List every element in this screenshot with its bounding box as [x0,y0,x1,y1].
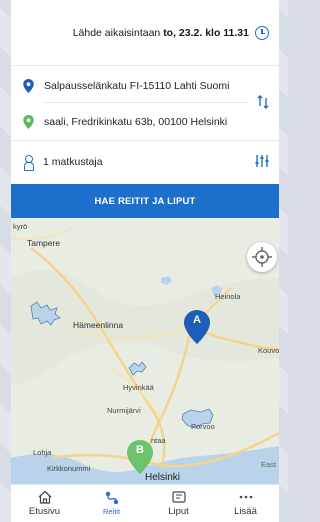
field-divider [43,102,247,103]
map-label-heinola: Heinola [215,292,241,301]
map-label-vantaa: ntaa [151,436,166,445]
ticket-icon [171,491,186,503]
map-label-tampere: Tampere [27,238,61,248]
map-label-hameenlinna: Hämeenlinna [73,320,124,330]
map-label-hyvinkaa: Hyvinkää [123,383,154,392]
travelers-selector[interactable]: 1 matkustaja [11,140,279,184]
locate-me-button[interactable] [247,242,277,272]
map-label-kouvola: Kouvo [258,346,279,355]
tab-routes[interactable]: Reitit [78,485,145,522]
destination-text: saali, Fredrikinkatu 63b, 00100 Helsinki [44,116,228,128]
origin-pin-icon [23,79,34,93]
route-icon [105,491,118,505]
more-icon [239,495,252,499]
tab-more[interactable]: Lisää [212,485,279,522]
tab-home[interactable]: Etusivu [11,485,78,522]
map-label-porvoo: Porvoo [191,422,215,431]
route-inputs: Salpausselänkatu FI-15110 Lahti Suomi sa… [11,66,279,140]
destination-field[interactable]: saali, Fredrikinkatu 63b, 00100 Helsinki [23,110,247,134]
marker-b-label: B [136,444,144,456]
home-icon [38,490,51,504]
map-label-nurmijarvi: Nurmijärvi [107,406,141,415]
tab-home-label: Etusivu [28,506,61,517]
bottom-tab-bar: Etusivu Reitit Liput Lisää [11,484,279,522]
origin-text: Salpausselänkatu FI-15110 Lahti Suomi [44,80,230,92]
map-label-lohja: Lohja [33,448,52,457]
marker-b[interactable]: B [127,440,153,474]
destination-pin-icon [23,115,34,129]
origin-field[interactable]: Salpausselänkatu FI-15110 Lahti Suomi [23,74,247,98]
search-routes-button[interactable]: HAE REITIT JA LIPUT [11,184,279,218]
clock-icon [255,25,269,40]
filter-icon[interactable] [255,154,269,168]
map-label-east: East [261,460,277,469]
departure-time-selector[interactable]: Lähde aikaisintaan to, 23.2. klo 11.31 [11,0,279,66]
tab-more-label: Lisää [234,506,257,517]
person-icon [23,155,34,171]
swap-icon[interactable] [257,94,269,110]
marker-a-label: A [193,314,201,326]
app-screen: Lähde aikaisintaan to, 23.2. klo 11.31 S… [11,0,279,522]
tab-routes-label: Reitit [102,507,121,516]
departure-text: Lähde aikaisintaan to, 23.2. klo 11.31 [72,26,249,39]
map-view[interactable]: kyrö Tampere Hämeenlinna Heinola Hyvinkä… [11,218,279,484]
crosshair-icon [252,247,272,267]
map-label-kyro: kyrö [13,222,28,231]
marker-a[interactable]: A [184,310,210,344]
map-label-kirkkonummi: Kirkkonummi [47,464,91,473]
tab-tickets-label: Liput [168,506,189,517]
travelers-label: 1 matkustaja [43,156,103,168]
tab-tickets[interactable]: Liput [145,485,212,522]
